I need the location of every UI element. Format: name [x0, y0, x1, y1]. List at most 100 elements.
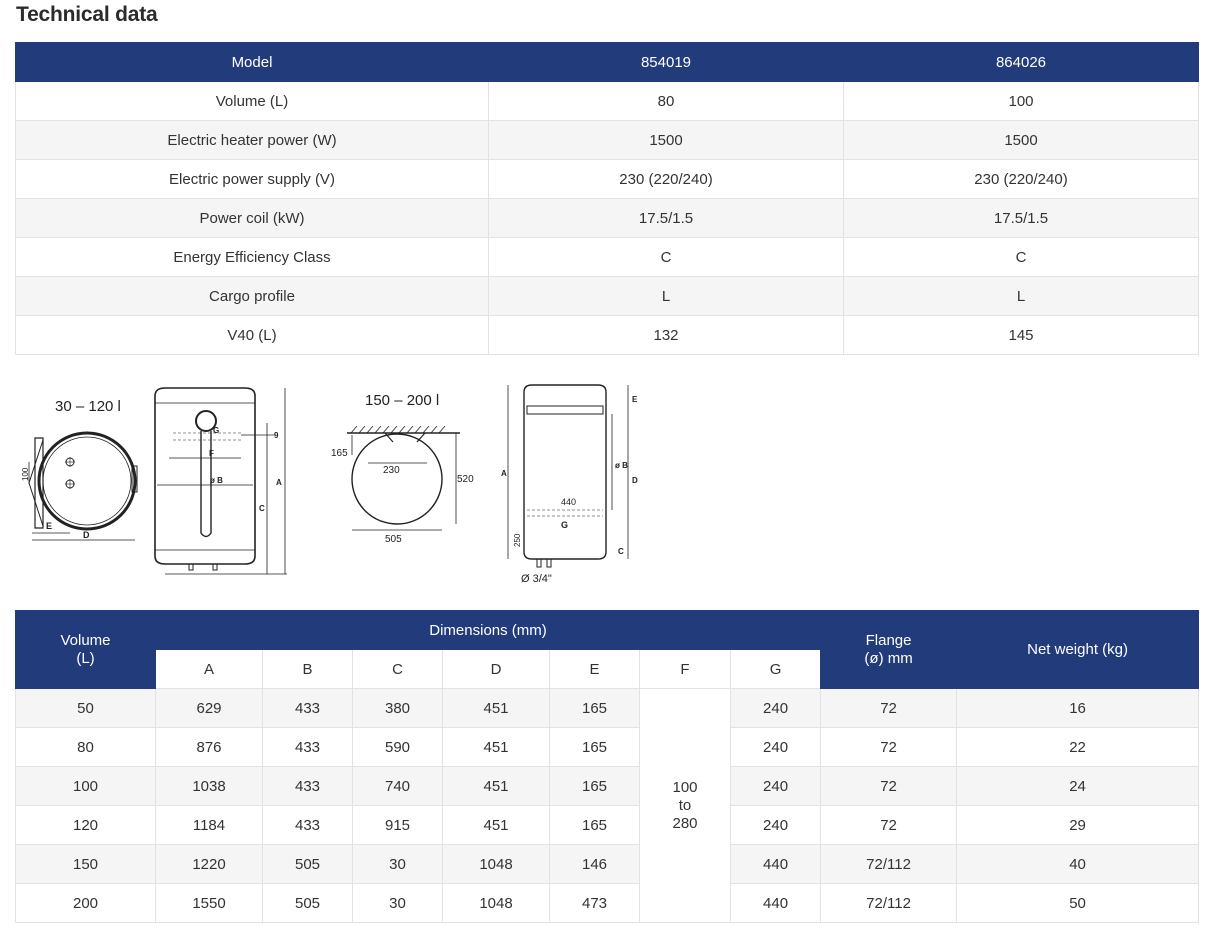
dim-label: D: [632, 476, 638, 485]
table-cell: 100: [843, 81, 1199, 121]
table-cell: 40: [956, 844, 1200, 884]
dim-label: 230: [383, 465, 400, 476]
table-cell: 50: [956, 883, 1200, 923]
table-cell: 120: [15, 805, 156, 845]
f-value: 100 to 280: [672, 778, 698, 832]
tank-inner: [42, 436, 132, 526]
table-cell: 72: [820, 688, 958, 728]
table-cell: 165: [549, 727, 640, 767]
table-cell: C: [488, 237, 844, 277]
table-row: 80 876 433 590 451 165 240 72 22: [15, 727, 1200, 767]
table-cell: 1550: [155, 883, 263, 923]
dim-label: 165: [331, 448, 348, 459]
dim-subheader-cell: G: [729, 649, 822, 689]
table-row: Energy Efficiency Class C C: [15, 237, 1199, 277]
table-cell: 380: [352, 688, 443, 728]
wall-hatch: [350, 425, 446, 434]
f-merged-cell: 100 to 280: [639, 688, 731, 923]
table-row: Electric heater power (W) 1500 1500: [15, 120, 1199, 160]
table-cell: 451: [442, 688, 550, 728]
tank-body-large: [523, 384, 607, 560]
dim-label: 520: [457, 474, 474, 485]
table-cell: 240: [729, 727, 822, 767]
table-cell: 17.5/1.5: [488, 198, 844, 238]
table-cell: 240: [729, 805, 822, 845]
dim-label: G: [561, 520, 568, 530]
top-bar: [526, 405, 604, 415]
table-cell: 132: [488, 315, 844, 355]
page-title: Technical data: [16, 3, 158, 26]
table-cell: 629: [155, 688, 263, 728]
table-cell: 30: [352, 844, 443, 884]
dim-label: Ø 3/4": [521, 573, 552, 585]
dim-label: 250: [513, 533, 522, 547]
technical-drawings: 30 – 120 l 100 E D G F ø B 9 A C 150 – 2…: [15, 378, 675, 593]
table-cell: 165: [549, 805, 640, 845]
table-cell: 1048: [442, 844, 550, 884]
table-cell: Electric power supply (V): [15, 159, 489, 199]
table-cell: 740: [352, 766, 443, 806]
dim-label: 440: [561, 497, 576, 507]
dim-subheader-cell: E: [549, 649, 640, 689]
tank-outline-large: [351, 433, 443, 525]
dim-label: E: [632, 395, 638, 404]
dim-label: 9: [274, 431, 279, 440]
table-cell: 451: [442, 766, 550, 806]
drawing-large-tank-side: 150 – 200 l 165 230 520 505: [331, 392, 474, 545]
table-cell: 1038: [155, 766, 263, 806]
tank-outline: [37, 431, 137, 531]
dim-label: ø B: [210, 476, 223, 485]
table-cell: 72: [820, 727, 958, 767]
table-cell: 590: [352, 727, 443, 767]
dim-subheader-cell: C: [352, 649, 443, 689]
table-cell: 145: [843, 315, 1199, 355]
table-cell: 230 (220/240): [488, 159, 844, 199]
drawing-small-tank-front: G F ø B 9 A C: [154, 387, 287, 575]
dim-label: G: [213, 426, 219, 435]
spec-header-cell: Model: [15, 42, 489, 82]
table-cell: 72/112: [820, 883, 958, 923]
dim-label: ø B: [615, 461, 628, 470]
table-cell: 72: [820, 805, 958, 845]
dimension-drawing: 30 – 120 l 100 E D G F ø B 9 A C 150 – 2…: [21, 384, 638, 585]
table-cell: 1184: [155, 805, 263, 845]
table-row: Electric power supply (V) 230 (220/240) …: [15, 159, 1199, 199]
dim-label: 505: [385, 534, 402, 545]
drawing-small-tank-top: 30 – 120 l 100 E D: [21, 398, 138, 541]
table-cell: 24: [956, 766, 1200, 806]
spec-header-cell: 854019: [488, 42, 844, 82]
dim-label: A: [276, 478, 282, 487]
dim-subheader-cell: F: [639, 649, 731, 689]
table-cell: 876: [155, 727, 263, 767]
table-row: 50 629 433 380 451 165 100 to 280 240 72…: [15, 688, 1200, 923]
table-cell: 50: [15, 688, 156, 728]
table-cell: 473: [549, 883, 640, 923]
table-cell: 433: [262, 727, 353, 767]
dim-subheader-cell: D: [442, 649, 550, 689]
table-cell: V40 (L): [15, 315, 489, 355]
drawing-large-tank-front: 440 G A 250 ø B D E C Ø 3/4": [501, 384, 638, 585]
spec-table: Model 854019 864026 Volume (L) 80 100 El…: [15, 42, 1199, 355]
spec-header-row: Model 854019 864026: [15, 42, 1199, 82]
table-cell: Power coil (kW): [15, 198, 489, 238]
table-cell: Electric heater power (W): [15, 120, 489, 160]
table-cell: L: [843, 276, 1199, 316]
table-cell: 505: [262, 844, 353, 884]
dim-label: C: [259, 504, 265, 513]
table-cell: 150: [15, 844, 156, 884]
table-cell: 240: [729, 766, 822, 806]
table-cell: 165: [549, 688, 640, 728]
net-weight-header: Net weight (kg): [956, 610, 1200, 689]
table-cell: Energy Efficiency Class: [15, 237, 489, 277]
dim-label: A: [501, 469, 507, 478]
dim-subheader-cell: A: [155, 649, 263, 689]
table-cell: 29: [956, 805, 1200, 845]
table-cell: 17.5/1.5: [843, 198, 1199, 238]
table-cell: 451: [442, 727, 550, 767]
table-cell: 80: [488, 81, 844, 121]
table-cell: 440: [729, 844, 822, 884]
table-cell: 433: [262, 688, 353, 728]
volume-header: Volume (L): [15, 610, 156, 689]
table-cell: 1048: [442, 883, 550, 923]
table-cell: 146: [549, 844, 640, 884]
